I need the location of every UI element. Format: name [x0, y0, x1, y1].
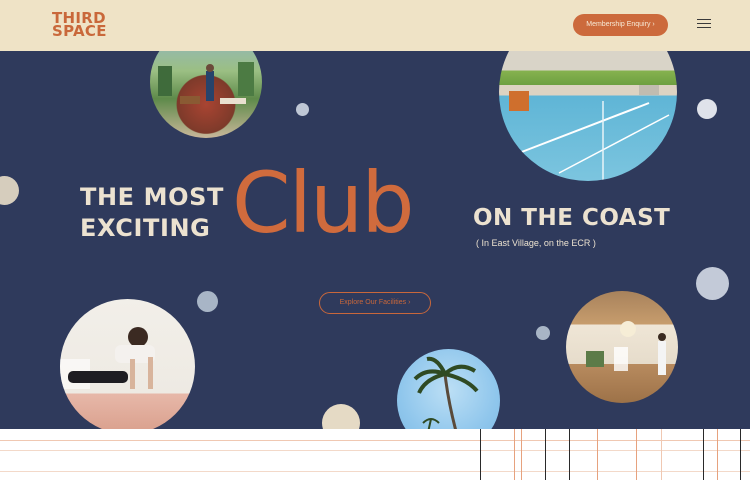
- site-header: THIRD SPACE Membership Enquiry ›: [0, 0, 750, 51]
- headline-left: THE MOST EXCITING: [80, 182, 224, 244]
- explore-label: Explore Our Facilities: [339, 299, 407, 306]
- decorative-vline: [545, 429, 546, 480]
- headline-club: Club: [232, 154, 415, 252]
- membership-enquiry-button[interactable]: Membership Enquiry ›: [573, 14, 668, 36]
- decorative-hline: [0, 471, 750, 472]
- decorative-dot: [697, 99, 717, 119]
- logo-line-2: SPACE: [52, 22, 107, 40]
- third-space-logo[interactable]: THIRD SPACE: [52, 11, 112, 40]
- decorative-line-strip: [0, 429, 750, 480]
- decorative-hline: [0, 450, 750, 451]
- exercise-illustration: [60, 327, 155, 389]
- decorative-vline: [597, 429, 598, 480]
- decorative-hline: [0, 440, 750, 441]
- hamburger-menu-icon[interactable]: [697, 19, 711, 31]
- pickleball-court-photo: [499, 51, 677, 181]
- headline-line-2: EXCITING: [80, 214, 211, 242]
- decorative-vline: [717, 429, 718, 480]
- hero-section: THE MOST EXCITING Club ON THE COAST ( In…: [0, 51, 750, 429]
- decorative-vline: [740, 429, 741, 480]
- decorative-dot: [296, 103, 309, 116]
- decorative-vline: [636, 429, 637, 480]
- decorative-vline: [661, 429, 662, 480]
- explore-facilities-button[interactable]: Explore Our Facilities ›: [319, 292, 431, 314]
- court-illustration: [509, 85, 670, 181]
- palm-tree-illustration: [413, 356, 479, 429]
- woman-exercising-photo: [60, 299, 195, 429]
- lounge-interior-photo: [566, 291, 678, 403]
- location-subheading: ( In East Village, on the ECR ): [476, 238, 596, 248]
- decorative-dot: [322, 404, 360, 429]
- palm-tree-photo: [397, 349, 500, 429]
- decorative-vline: [521, 429, 522, 480]
- decorative-dot: [0, 176, 19, 205]
- chevron-right-icon: ›: [408, 299, 411, 306]
- decorative-vline: [569, 429, 570, 480]
- decorative-dot: [696, 267, 729, 300]
- decorative-dot: [197, 291, 218, 312]
- garden-lounge-illustration: [158, 62, 254, 104]
- decorative-vline: [514, 429, 515, 480]
- chevron-right-icon: ›: [652, 21, 655, 28]
- enquiry-label: Membership Enquiry: [586, 21, 651, 28]
- headline-line-1: THE MOST: [80, 183, 224, 211]
- garden-lounge-photo: [150, 51, 262, 138]
- lounge-illustration: [586, 321, 666, 375]
- headline-right: ON THE COAST: [473, 205, 671, 231]
- decorative-vline: [703, 429, 704, 480]
- decorative-dot: [536, 326, 550, 340]
- decorative-vline: [480, 429, 481, 480]
